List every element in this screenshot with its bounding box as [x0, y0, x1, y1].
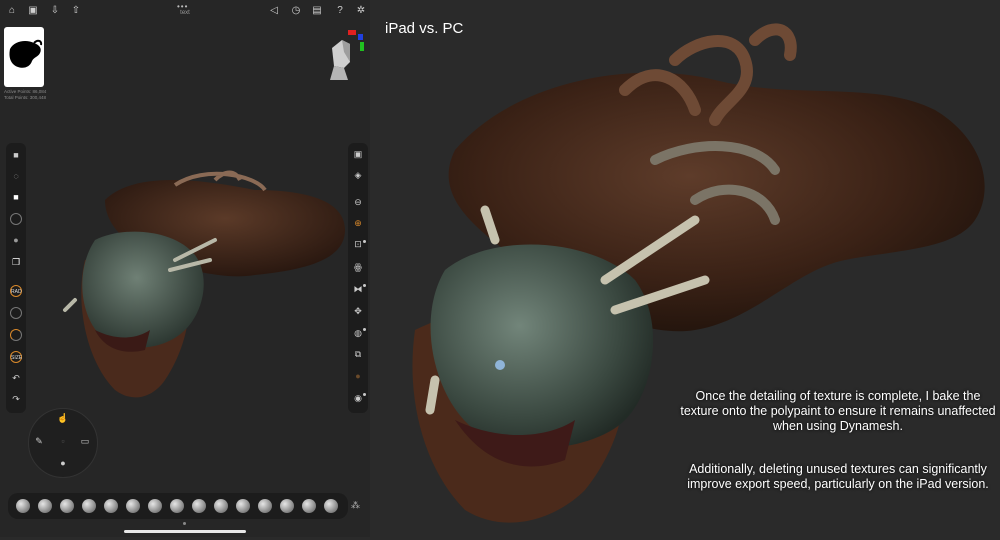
- home-indicator[interactable]: [124, 530, 246, 533]
- layout-icon[interactable]: ▤: [311, 5, 323, 17]
- tag-icon[interactable]: ▭: [79, 435, 91, 447]
- caption-export: Additionally, deleting unused textures c…: [687, 462, 989, 491]
- brush-pinch[interactable]: [148, 499, 162, 513]
- brush-blob[interactable]: [192, 499, 206, 513]
- intensity-ring[interactable]: [10, 307, 22, 319]
- brush-trim[interactable]: [258, 499, 272, 513]
- history-icon[interactable]: ◷: [290, 5, 302, 17]
- center-icon[interactable]: ▫: [57, 435, 69, 447]
- lasso-icon[interactable]: ◌: [10, 170, 22, 182]
- brush-more-icon[interactable]: ⁂: [351, 500, 360, 511]
- redo-icon[interactable]: ↷: [10, 393, 22, 405]
- brush-snake[interactable]: [280, 499, 294, 513]
- radius-ring[interactable]: RAD: [10, 285, 22, 297]
- export-icon[interactable]: ⇩: [49, 5, 61, 17]
- share-icon[interactable]: ⇧: [70, 5, 82, 17]
- hand-icon[interactable]: ☝: [57, 412, 69, 424]
- matcap-thumbnail[interactable]: [4, 27, 44, 87]
- view-gizmo[interactable]: [320, 28, 366, 82]
- brush-flatten[interactable]: [104, 499, 118, 513]
- brush-clay[interactable]: [16, 499, 30, 513]
- brush-stamp[interactable]: [302, 499, 316, 513]
- layers-icon[interactable]: ❐: [10, 256, 22, 268]
- brush-drag[interactable]: [236, 499, 250, 513]
- badge-dot: [363, 393, 366, 396]
- hardness-ring[interactable]: [10, 329, 22, 341]
- sphere-outline-icon[interactable]: [10, 213, 22, 225]
- brush-standard[interactable]: [38, 499, 52, 513]
- size-ring[interactable]: SIZE: [10, 351, 22, 363]
- badge-dot: [363, 284, 366, 287]
- megaphone-icon[interactable]: ◁: [268, 5, 280, 17]
- brush-tool-icon[interactable]: ✎: [33, 435, 45, 447]
- caption-polypaint: Once the detailing of texture is complet…: [680, 389, 996, 433]
- brush-move[interactable]: [214, 499, 228, 513]
- sphere-icon[interactable]: ●: [10, 234, 22, 246]
- brush-palette: [8, 493, 348, 519]
- viewport-dragon-model[interactable]: [55, 160, 355, 410]
- badge-dot: [363, 328, 366, 331]
- badge-dot: [363, 240, 366, 243]
- brush-crease[interactable]: [126, 499, 140, 513]
- help-icon[interactable]: ?: [334, 5, 346, 17]
- save-icon[interactable]: ▣: [27, 5, 39, 17]
- document-title[interactable]: text: [165, 10, 205, 16]
- brush-layer[interactable]: [170, 499, 184, 513]
- brush-inflate[interactable]: [60, 499, 74, 513]
- left-toolbar: ■ ◌ ■ ● ❐ RAD SIZE ↶ ↷: [6, 143, 26, 413]
- page-dot: [183, 522, 186, 525]
- info-icon[interactable]: ●: [57, 457, 69, 469]
- undo-icon[interactable]: ↶: [10, 372, 22, 384]
- brush-twist[interactable]: [324, 499, 338, 513]
- point-stats: Active Points: 86,084 Total Points: 300,…: [4, 89, 46, 101]
- sculpt-app: ⌂ ▣ ⇩ ⇧ ••• text ◁ ◷ ▤ ? ✲ Active Points…: [0, 0, 370, 537]
- render-dragon-model: [395, 20, 1000, 535]
- brush-smooth[interactable]: [82, 499, 96, 513]
- cube-icon[interactable]: ■: [10, 149, 22, 161]
- navigation-joystick[interactable]: ☝ ✎ ▫ ▭ ●: [28, 408, 98, 478]
- square-icon[interactable]: ■: [10, 191, 22, 203]
- total-points-label: Total Points: 300,448: [4, 95, 47, 100]
- home-icon[interactable]: ⌂: [6, 5, 18, 17]
- scene-icon[interactable]: ▣: [352, 148, 364, 160]
- top-toolbar: ⌂ ▣ ⇩ ⇧ ••• text ◁ ◷ ▤ ? ✲: [0, 0, 370, 22]
- settings-icon[interactable]: ✲: [355, 5, 367, 17]
